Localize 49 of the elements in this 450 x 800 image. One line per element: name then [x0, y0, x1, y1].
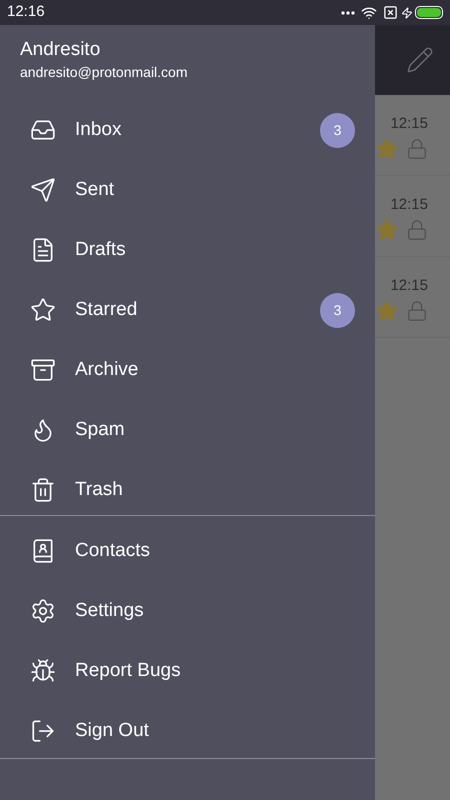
- message-time: 12:15: [390, 276, 428, 296]
- sign-out-icon: [30, 718, 56, 744]
- lock-icon: [406, 300, 428, 322]
- menu-item-label: Archive: [75, 358, 140, 382]
- menu-item[interactable]: Report Bugs: [0, 641, 375, 701]
- menu-item-label: Sent: [75, 178, 116, 202]
- menu-item[interactable]: Inbox 3: [0, 100, 375, 160]
- star-icon: [30, 297, 56, 323]
- message-time: 12:15: [390, 114, 428, 134]
- lock-icon: [406, 218, 428, 240]
- menu-item-label: Trash: [75, 478, 124, 502]
- settings-icon: [30, 598, 56, 624]
- menu-item-label: Contacts: [75, 538, 151, 563]
- menu-item-label: Spam: [75, 418, 126, 442]
- menu-item[interactable]: Sign Out: [0, 701, 375, 761]
- account-name: Andresito: [20, 38, 102, 62]
- menu-item[interactable]: Settings: [0, 581, 375, 641]
- message-time: 12:15: [390, 195, 428, 215]
- menu-item[interactable]: Drafts: [0, 220, 375, 280]
- compose-icon[interactable]: [406, 46, 434, 74]
- trash-icon: [30, 477, 56, 503]
- menu-item-label: Inbox: [75, 118, 122, 142]
- menu-item[interactable]: Spam: [0, 400, 375, 460]
- star-icon[interactable]: [376, 218, 398, 240]
- battery-icon: [415, 6, 443, 19]
- send-icon: [30, 177, 56, 203]
- no-sim-icon: [383, 5, 398, 20]
- menu-item[interactable]: Contacts: [0, 521, 375, 581]
- more-icon: [341, 10, 355, 14]
- menu-item[interactable]: Starred 3: [0, 280, 375, 340]
- lock-icon: [406, 138, 428, 160]
- wifi-icon: [361, 4, 377, 20]
- menu-item-label: Starred: [75, 298, 138, 322]
- menu-item-label: Settings: [75, 598, 145, 623]
- menu-item-label: Drafts: [75, 238, 127, 262]
- star-icon[interactable]: [376, 138, 398, 160]
- count-badge: 3: [320, 292, 355, 328]
- archive-icon: [30, 357, 56, 383]
- account-email: andresito@protonmail.com: [20, 63, 189, 82]
- bug-icon: [30, 658, 56, 684]
- star-icon[interactable]: [376, 300, 398, 322]
- count-badge: 3: [320, 112, 355, 148]
- menu-item-label: Report Bugs: [75, 658, 182, 683]
- charging-icon: [401, 6, 413, 18]
- menu-item[interactable]: Trash: [0, 460, 375, 520]
- menu-item[interactable]: Sent: [0, 160, 375, 220]
- menu-item[interactable]: Archive: [0, 340, 375, 400]
- status-time: 12:16: [7, 2, 46, 22]
- menu-item-label: Sign Out: [75, 718, 150, 743]
